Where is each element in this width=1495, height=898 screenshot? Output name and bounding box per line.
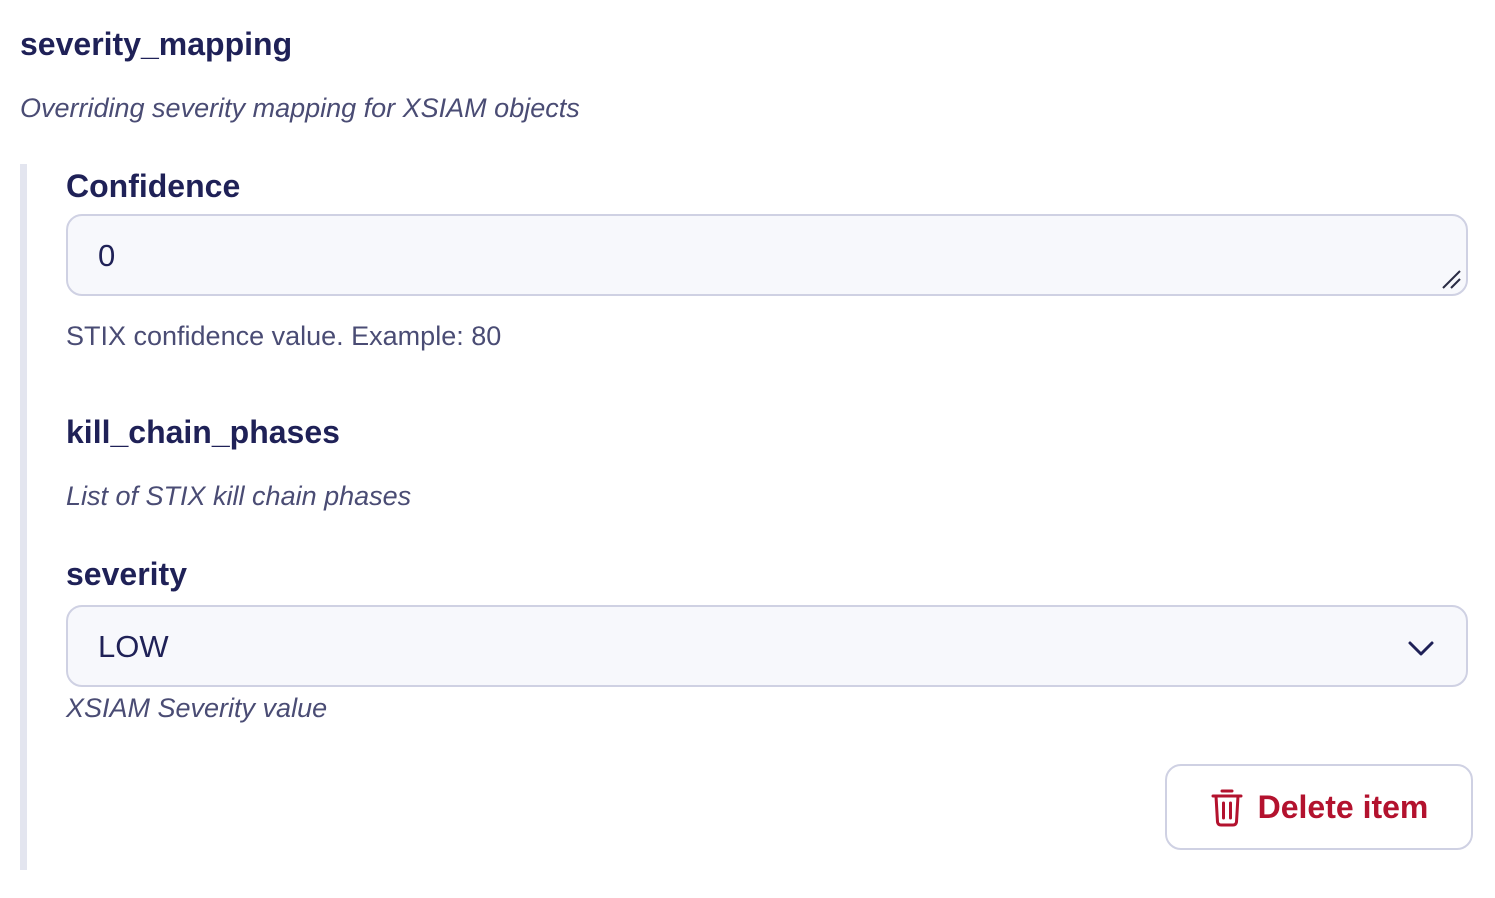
chevron-down-icon xyxy=(1408,641,1434,656)
delete-item-label: Delete item xyxy=(1257,789,1429,825)
confidence-textarea[interactable]: 0 xyxy=(66,214,1468,296)
confidence-value: 0 xyxy=(98,238,116,273)
severity-selected-value: LOW xyxy=(98,629,169,664)
severity-select[interactable]: LOW xyxy=(66,605,1468,687)
severity-mapping-item-group: Confidence 0 STIX confidence value. Exam… xyxy=(20,164,1487,870)
severity-label: severity xyxy=(66,556,187,592)
kill-chain-phases-label: kill_chain_phases xyxy=(66,414,340,450)
trash-icon xyxy=(1211,789,1243,827)
severity-help-text: XSIAM Severity value xyxy=(66,693,328,723)
kill-chain-phases-description: List of STIX kill chain phases xyxy=(66,481,412,511)
delete-item-button[interactable]: Delete item xyxy=(1165,764,1473,850)
section-title: severity_mapping xyxy=(20,26,293,62)
section-description: Overriding severity mapping for XSIAM ob… xyxy=(20,93,580,123)
confidence-help-text: STIX confidence value. Example: 80 xyxy=(66,321,502,351)
resize-handle-icon[interactable] xyxy=(1440,268,1462,290)
confidence-label: Confidence xyxy=(66,168,241,204)
